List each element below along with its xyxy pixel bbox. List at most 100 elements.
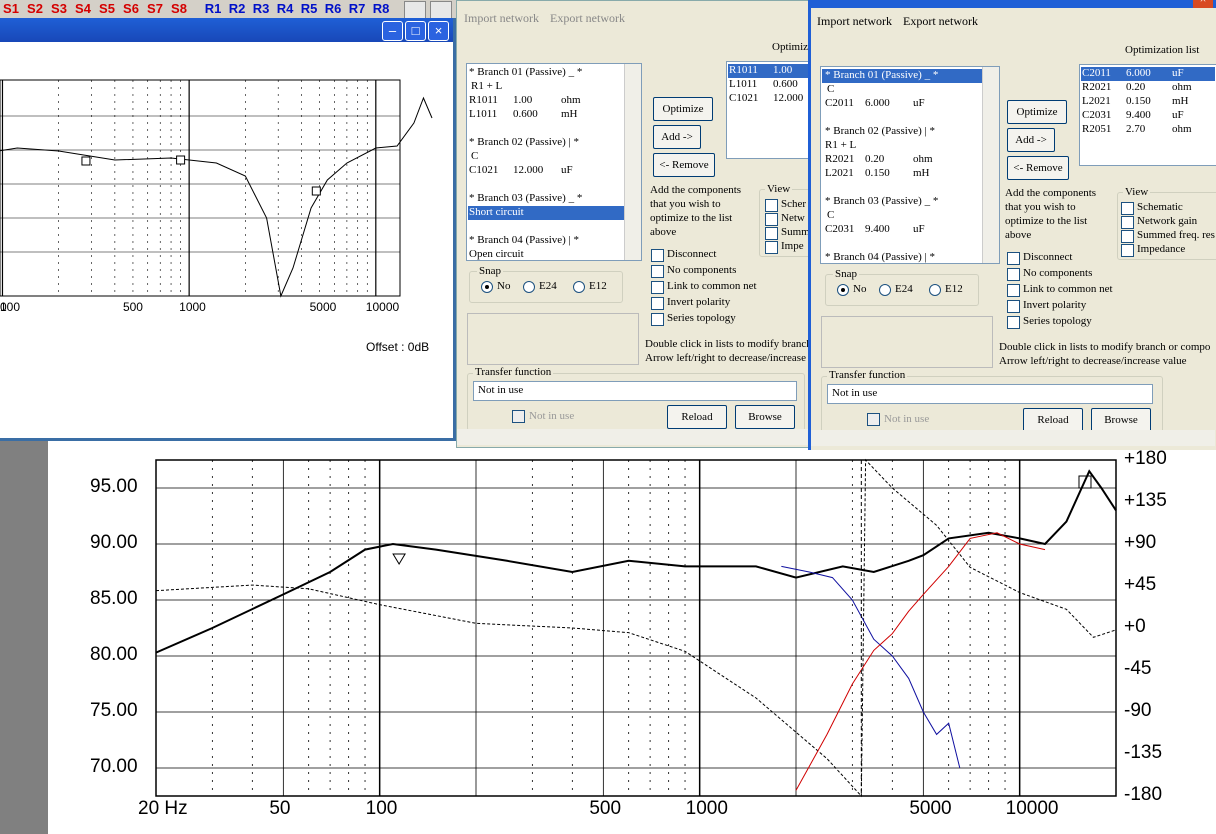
net2-branch-entry[interactable]: R2021 <box>825 153 854 165</box>
net1-option-checkbox[interactable] <box>651 297 664 310</box>
net1-opt-entry[interactable]: C1021 <box>729 92 758 104</box>
net2-branch-list[interactable]: * Branch 01 (Passive) _ * C C2011 6.000 uF *… <box>820 66 1000 264</box>
net2-branch-entry[interactable]: * Branch 02 (Passive) | * <box>825 125 935 137</box>
net1-snap-radio[interactable] <box>523 281 535 293</box>
net2-opt-entry[interactable]: 2.70 <box>1126 123 1145 135</box>
net2-branch-entry[interactable]: * Branch 03 (Passive) _ * <box>825 195 938 207</box>
net1-branch-entry[interactable]: C <box>471 150 478 162</box>
net1-branch-entry[interactable]: * Branch 04 (Passive) | * <box>469 234 579 246</box>
net1-branch-entry[interactable]: L1011 <box>469 108 497 120</box>
net1-import-menu[interactable]: Import network <box>464 11 539 26</box>
net1-remove-button[interactable]: <- Remove <box>653 153 715 177</box>
net1-branch-entry[interactable]: 0.600 <box>513 108 538 120</box>
net2-opt-entry[interactable]: C2031 <box>1082 109 1111 121</box>
net2-branch-entry[interactable]: 0.150 <box>865 167 890 179</box>
net1-branch-entry[interactable]: mH <box>561 108 578 120</box>
net1-option-checkbox[interactable] <box>651 249 664 262</box>
minimize-icon[interactable]: – <box>382 21 403 41</box>
toolbar-r-button[interactable]: R2 <box>226 0 248 17</box>
net1-snap-radio[interactable] <box>573 281 585 293</box>
net1-branch-entry[interactable]: Short circuit <box>469 206 524 218</box>
net2-import-menu[interactable]: Import network <box>817 14 892 29</box>
net1-view-checkbox[interactable] <box>765 227 778 240</box>
close-icon[interactable]: × <box>428 21 449 41</box>
toolbar-r-button[interactable]: R7 <box>346 0 368 17</box>
net1-branch-entry[interactable]: * Branch 03 (Passive) _ * <box>469 192 582 204</box>
net2-branch-entry[interactable]: uF <box>913 223 925 235</box>
net1-option-checkbox[interactable] <box>651 281 664 294</box>
toolbar-s-button[interactable]: S2 <box>24 0 46 17</box>
net2-branch-entry[interactable]: 9.400 <box>865 223 890 235</box>
small-marker-square-icon[interactable] <box>81 156 91 166</box>
net1-opt-entry[interactable]: R1011 <box>729 64 758 76</box>
toolbar-r-button[interactable]: R5 <box>298 0 320 17</box>
toolbar-r-button[interactable]: R4 <box>274 0 296 17</box>
net2-option-checkbox[interactable] <box>1007 300 1020 313</box>
toolbar-r-button[interactable]: R3 <box>250 0 272 17</box>
net2-opt-entry[interactable]: uF <box>1172 67 1184 79</box>
toolbar-icon-a[interactable] <box>404 1 426 19</box>
net1-snap-radio[interactable] <box>481 281 493 293</box>
net1-optimize-button[interactable]: Optimize <box>653 97 713 121</box>
net2-hscrollbar[interactable] <box>811 430 1215 446</box>
net1-branch-scrollbar[interactable] <box>624 64 641 260</box>
net1-opt-entry[interactable]: 12.000 <box>773 92 803 104</box>
net1-opt-entry[interactable]: L1011 <box>729 78 757 90</box>
net1-optimization-list[interactable]: R1011 1.00 L1011 0.600 C1021 12.000 <box>726 61 818 159</box>
net2-view-checkbox[interactable] <box>1121 230 1134 243</box>
net2-option-checkbox[interactable] <box>1007 268 1020 281</box>
toolbar-s-button[interactable]: S1 <box>0 0 22 17</box>
net1-export-menu[interactable]: Export network <box>550 11 625 26</box>
net1-branch-entry[interactable]: Open circuit <box>469 248 524 260</box>
net2-remove-button[interactable]: <- Remove <box>1007 156 1069 180</box>
net2-close-icon[interactable]: × <box>1193 0 1213 8</box>
net1-branch-entry[interactable]: ohm <box>561 94 581 106</box>
net2-branch-entry[interactable]: ohm <box>913 153 933 165</box>
net1-branch-entry[interactable]: * Branch 01 (Passive) _ * <box>469 66 582 78</box>
toolbar-s-button[interactable]: S5 <box>96 0 118 17</box>
net1-view-checkbox[interactable] <box>765 199 778 212</box>
net2-branch-entry[interactable]: mH <box>913 167 930 179</box>
net2-opt-entry[interactable]: R2051 <box>1082 123 1111 135</box>
small-window-titlebar[interactable]: – □ × <box>0 18 453 42</box>
net2-not-in-use-checkbox[interactable] <box>867 413 880 426</box>
toolbar-icon-b[interactable] <box>430 1 452 19</box>
net2-view-checkbox[interactable] <box>1121 244 1134 257</box>
maximize-icon[interactable]: □ <box>405 21 426 41</box>
net2-option-checkbox[interactable] <box>1007 252 1020 265</box>
net2-opt-entry[interactable]: 9.400 <box>1126 109 1151 121</box>
net2-opt-entry[interactable]: R2021 <box>1082 81 1111 93</box>
net2-add-button[interactable]: Add -> <box>1007 128 1055 152</box>
toolbar-r-button[interactable]: R1 <box>202 0 224 17</box>
net2-opt-entry[interactable]: ohm <box>1172 123 1192 135</box>
net2-opt-entry[interactable]: ohm <box>1172 81 1192 93</box>
net1-branch-entry[interactable]: R1 + L <box>471 80 502 92</box>
net2-opt-entry[interactable]: 0.150 <box>1126 95 1151 107</box>
net2-branch-entry[interactable]: C <box>827 209 834 221</box>
net2-option-checkbox[interactable] <box>1007 284 1020 297</box>
net1-opt-entry[interactable]: 1.00 <box>773 64 792 76</box>
net2-opt-entry[interactable]: C2011 <box>1082 67 1111 79</box>
net1-branch-entry[interactable]: R1011 <box>469 94 498 106</box>
net2-reload-button[interactable]: Reload <box>1023 408 1083 432</box>
net1-branch-entry[interactable]: uF <box>561 164 573 176</box>
net1-view-checkbox[interactable] <box>765 241 778 254</box>
net1-opt-entry[interactable]: 0.600 <box>773 78 798 90</box>
toolbar-s-button[interactable]: S6 <box>120 0 142 17</box>
net1-branch-entry[interactable]: * Branch 02 (Passive) | * <box>469 136 579 148</box>
net2-branch-entry[interactable]: uF <box>913 97 925 109</box>
toolbar-s-button[interactable]: S4 <box>72 0 94 17</box>
net1-branch-list[interactable]: * Branch 01 (Passive) _ * R1 + L R1011 1.0… <box>466 63 642 261</box>
net2-branch-entry[interactable]: C2011 <box>825 97 854 109</box>
net2-view-checkbox[interactable] <box>1121 202 1134 215</box>
net2-branch-entry[interactable]: * Branch 01 (Passive) _ * <box>825 69 938 81</box>
net1-option-checkbox[interactable] <box>651 265 664 278</box>
net1-branch-entry[interactable]: C1021 <box>469 164 498 176</box>
net2-opt-entry[interactable]: mH <box>1172 95 1189 107</box>
net2-opt-entry[interactable]: 0.20 <box>1126 81 1145 93</box>
net2-branch-entry[interactable]: C2031 <box>825 223 854 235</box>
net2-opt-entry[interactable]: 6.000 <box>1126 67 1151 79</box>
toolbar-r-button[interactable]: R8 <box>370 0 392 17</box>
toolbar-r-button[interactable]: R6 <box>322 0 344 17</box>
toolbar-s-button[interactable]: S3 <box>48 0 70 17</box>
